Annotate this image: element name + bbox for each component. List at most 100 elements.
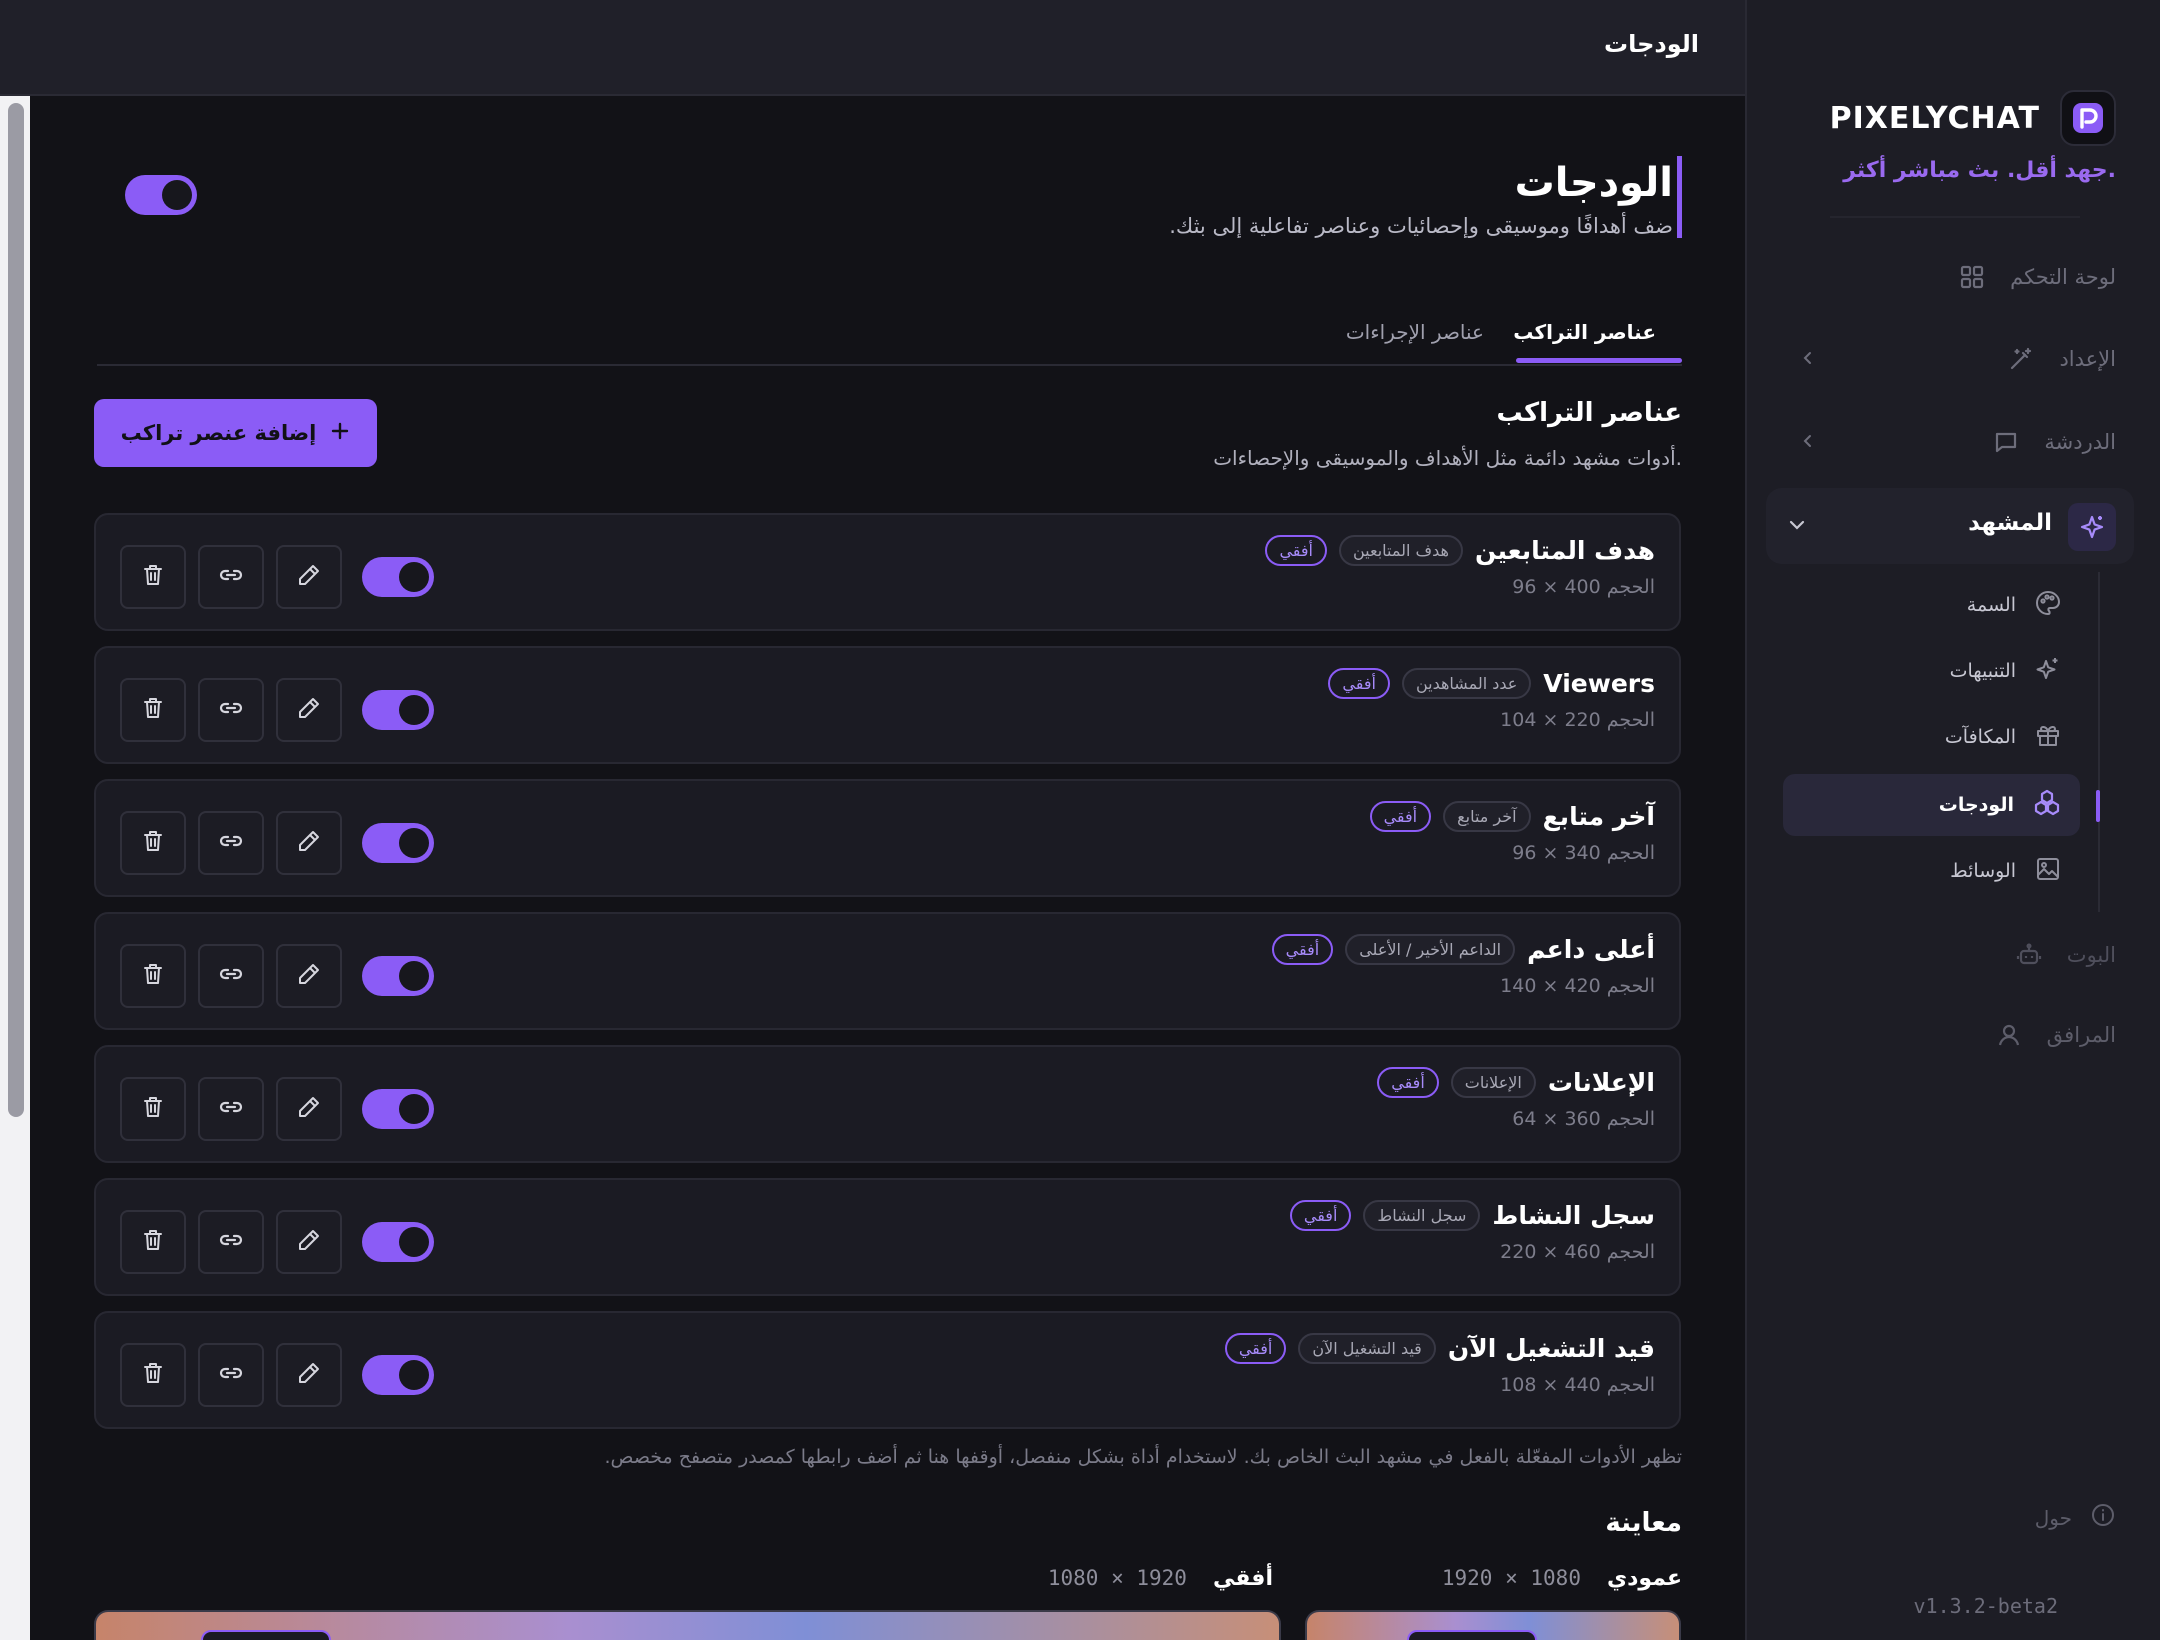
- pencil-icon: [296, 1227, 322, 1257]
- brand: PIXELYCHAT: [1830, 90, 2116, 146]
- delete-button[interactable]: [120, 545, 186, 609]
- pencil-icon: [296, 695, 322, 725]
- preview-horizontal-label: أفقي 1920 × 1080: [1048, 1566, 1273, 1591]
- sidebar-item-bot[interactable]: البوت: [2009, 930, 2116, 980]
- widget-actions: [120, 811, 434, 875]
- info-note: تظهر الأدوات المفعّلة بالفعل في مشهد الب…: [604, 1446, 1683, 1468]
- widget-card: سجل النشاط سجل النشاط أفقي الحجم 460 × 2…: [94, 1178, 1681, 1296]
- widget-type-badge: الداعم الأخير / الأعلى: [1345, 934, 1516, 965]
- widget-enable-toggle[interactable]: [362, 956, 434, 996]
- sparkle-icon: [2068, 503, 2116, 551]
- edit-button[interactable]: [276, 1343, 342, 1407]
- widget-enable-toggle[interactable]: [362, 1222, 434, 1262]
- toggle-knob: [399, 828, 429, 858]
- widget-actions: [120, 1077, 434, 1141]
- toggle-knob: [399, 1094, 429, 1124]
- widget-name: Viewers: [1543, 669, 1655, 698]
- widget-card: قيد التشغيل الآن قيد التشغيل الآن أفقي ا…: [94, 1311, 1681, 1429]
- tab-actions[interactable]: عناصر الإجراءات: [1346, 320, 1484, 344]
- widget-enable-toggle[interactable]: [362, 823, 434, 863]
- app-version: v1.3.2-beta2: [1913, 1594, 2059, 1618]
- copy-link-button[interactable]: [198, 811, 264, 875]
- sidebar-item-about[interactable]: حول: [2035, 1502, 2116, 1533]
- widget-info: قيد التشغيل الآن قيد التشغيل الآن أفقي ا…: [1224, 1333, 1655, 1396]
- scrollbar-thumb[interactable]: [8, 103, 24, 1117]
- widget-type-badge: هدف المتابعين: [1339, 535, 1463, 566]
- sidebar-subitem-alerts[interactable]: التنبيهات: [1950, 646, 2062, 696]
- copy-link-button[interactable]: [198, 545, 264, 609]
- toggle-knob: [399, 695, 429, 725]
- tagline: جهد أقل. بث مباشر أكثر.: [1843, 158, 2116, 183]
- widget-enable-toggle[interactable]: [362, 690, 434, 730]
- sidebar-item-dashboard[interactable]: لوحة التحكم: [1952, 252, 2116, 302]
- preview-vertical-label: عمودي 1080 × 1920: [1442, 1566, 1682, 1591]
- add-overlay-label: إضافة عنصر تراكب: [120, 421, 317, 445]
- delete-button[interactable]: [120, 1077, 186, 1141]
- edit-button[interactable]: [276, 678, 342, 742]
- widget-card: آخر متابع آخر متابع أفقي الحجم 340 × 96: [94, 779, 1681, 897]
- delete-button[interactable]: [120, 1210, 186, 1274]
- master-toggle[interactable]: [125, 175, 197, 215]
- edit-button[interactable]: [276, 545, 342, 609]
- sidebar-item-setup[interactable]: الإعداد: [2001, 334, 2116, 384]
- edit-button[interactable]: [276, 944, 342, 1008]
- sidebar-item-utilities[interactable]: المرافق: [1989, 1010, 2116, 1060]
- sidebar-item-chat[interactable]: الدردشة: [1986, 417, 2116, 467]
- grid-icon: [1952, 257, 1992, 297]
- widget-enable-toggle[interactable]: [362, 1355, 434, 1395]
- main-content: الودجات ضف أهدافًا وموسيقى وإحصائيات وعن…: [30, 96, 1745, 1640]
- copy-link-button[interactable]: [198, 1077, 264, 1141]
- section-title: عناصر التراكب: [1496, 398, 1682, 428]
- tab-overlay[interactable]: عناصر التراكب: [1513, 320, 1656, 344]
- preview-title: معاينة: [1605, 1508, 1682, 1538]
- chevron-left-icon[interactable]: [1793, 343, 1823, 373]
- widget-info: Viewers عدد المشاهدين أفقي الحجم 220 × 1…: [1328, 668, 1655, 731]
- sidebar-subitem-rewards[interactable]: المكافآت: [1945, 712, 2062, 762]
- widget-type-badge: الإعلانات: [1450, 1067, 1536, 1098]
- sidebar-item-label: لوحة التحكم: [2010, 265, 2116, 289]
- widget-card: هدف المتابعين هدف المتابعين أفقي الحجم 4…: [94, 513, 1681, 631]
- trash-icon: [140, 695, 166, 725]
- widget-size: الحجم 460 × 220: [1500, 1241, 1655, 1263]
- widget-size: الحجم 360 × 64: [1512, 1108, 1655, 1130]
- widget-info: هدف المتابعين هدف المتابعين أفقي الحجم 4…: [1265, 535, 1655, 598]
- delete-button[interactable]: [120, 678, 186, 742]
- add-overlay-button[interactable]: إضافة عنصر تراكب: [94, 399, 377, 467]
- plus-icon: [330, 421, 350, 446]
- preview-widget-chip: [1407, 1630, 1537, 1640]
- chat-icon: [1986, 422, 2026, 462]
- chevron-left-icon[interactable]: [1793, 426, 1823, 456]
- widget-enable-toggle[interactable]: [362, 557, 434, 597]
- sidebar-item-label: البوت: [2066, 943, 2116, 967]
- link-icon: [217, 694, 245, 726]
- sidebar-subitem-theme[interactable]: السمة: [1967, 580, 2062, 630]
- edit-button[interactable]: [276, 1210, 342, 1274]
- about-label: حول: [2034, 1505, 2072, 1530]
- delete-button[interactable]: [120, 944, 186, 1008]
- widget-size: الحجم 420 × 140: [1500, 975, 1655, 997]
- copy-link-button[interactable]: [198, 678, 264, 742]
- sidebar-item-scene[interactable]: المشهد: [1766, 488, 2134, 564]
- sidebar-subitem-label: الودجات: [1938, 794, 2014, 816]
- edit-button[interactable]: [276, 1077, 342, 1141]
- widget-enable-toggle[interactable]: [362, 1089, 434, 1129]
- delete-button[interactable]: [120, 811, 186, 875]
- widget-actions: [120, 1210, 434, 1274]
- copy-link-button[interactable]: [198, 944, 264, 1008]
- widget-card: الإعلانات الإعلانات أفقي الحجم 360 × 64: [94, 1045, 1681, 1163]
- widget-actions: [120, 678, 434, 742]
- section-subtitle: أدوات مشهد دائمة مثل الأهداف والموسيقى و…: [1213, 446, 1682, 470]
- widget-type-badge: عدد المشاهدين: [1401, 668, 1532, 699]
- edit-button[interactable]: [276, 811, 342, 875]
- sidebar-subitem-widgets[interactable]: الودجات: [1939, 780, 2062, 830]
- delete-button[interactable]: [120, 1343, 186, 1407]
- pencil-icon: [296, 562, 322, 592]
- copy-link-button[interactable]: [198, 1343, 264, 1407]
- link-icon: [217, 1359, 245, 1391]
- sparkles-icon: [2034, 655, 2062, 688]
- copy-link-button[interactable]: [198, 1210, 264, 1274]
- sidebar-subitem-media[interactable]: الوسائط: [1950, 846, 2062, 896]
- chevron-down-icon[interactable]: [1784, 512, 1810, 542]
- toggle-knob: [399, 1360, 429, 1390]
- image-icon: [2034, 855, 2062, 888]
